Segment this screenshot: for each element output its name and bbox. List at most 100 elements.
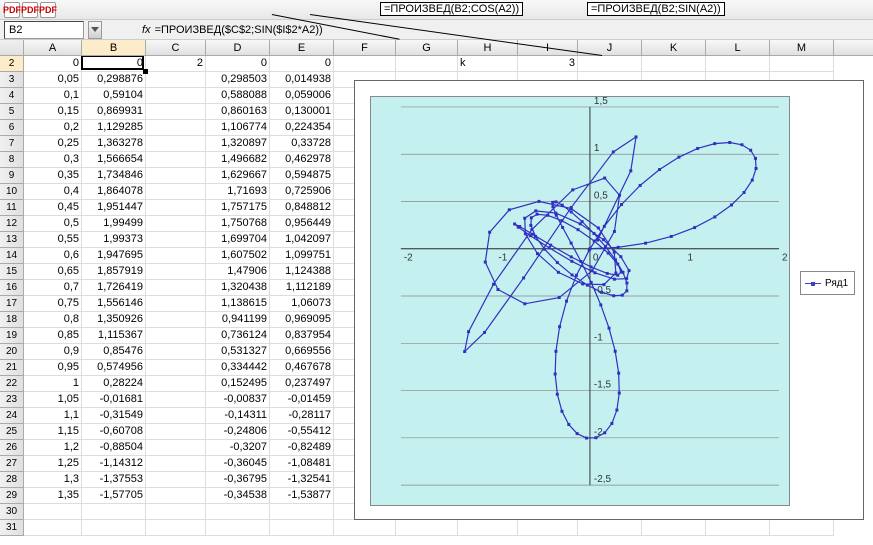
col-header-M[interactable]: M [770, 40, 834, 55]
cell[interactable]: 1,099751 [270, 248, 334, 264]
row-header[interactable]: 4 [0, 88, 24, 104]
cell[interactable]: 0,28224 [82, 376, 146, 392]
cell[interactable] [146, 136, 206, 152]
row-header[interactable]: 23 [0, 392, 24, 408]
cell[interactable] [146, 392, 206, 408]
chart-legend[interactable]: Ряд1 [800, 271, 855, 295]
row-header[interactable]: 13 [0, 232, 24, 248]
cell[interactable]: 0,152495 [206, 376, 270, 392]
cell[interactable]: 0,35 [24, 168, 82, 184]
cell[interactable]: 1,734846 [82, 168, 146, 184]
cell[interactable] [642, 56, 706, 72]
cell[interactable]: 0,736124 [206, 328, 270, 344]
cell[interactable]: 1,864078 [82, 184, 146, 200]
cell[interactable]: 0,837954 [270, 328, 334, 344]
cell[interactable]: 0,869931 [82, 104, 146, 120]
cell[interactable]: 0,467678 [270, 360, 334, 376]
cell[interactable]: 1,138615 [206, 296, 270, 312]
cell[interactable]: 0,588088 [206, 88, 270, 104]
cell[interactable] [24, 520, 82, 536]
row-header[interactable]: 11 [0, 200, 24, 216]
row-header[interactable]: 20 [0, 344, 24, 360]
cell[interactable] [146, 296, 206, 312]
cell[interactable]: 1,129285 [82, 120, 146, 136]
cell[interactable]: 0,8 [24, 312, 82, 328]
cell[interactable]: 1,115367 [82, 328, 146, 344]
cell[interactable]: 2 [146, 56, 206, 72]
col-header-E[interactable]: E [270, 40, 334, 55]
row-header[interactable]: 31 [0, 520, 24, 536]
cell[interactable]: -1,14312 [82, 456, 146, 472]
cell[interactable]: 1,106774 [206, 120, 270, 136]
cell[interactable] [270, 504, 334, 520]
cell[interactable]: 1,99373 [82, 232, 146, 248]
cell[interactable]: 0,5 [24, 216, 82, 232]
cell[interactable]: 1,15 [24, 424, 82, 440]
cell[interactable]: 1,757175 [206, 200, 270, 216]
cell[interactable]: 1,566654 [82, 152, 146, 168]
cell[interactable]: 0,6 [24, 248, 82, 264]
cell[interactable]: 1,06073 [270, 296, 334, 312]
cell[interactable] [270, 520, 334, 536]
pdf-export-icon[interactable]: PDF [22, 2, 38, 18]
cell[interactable]: 1,556146 [82, 296, 146, 312]
cell[interactable]: 1,99499 [82, 216, 146, 232]
cell[interactable] [146, 424, 206, 440]
cell[interactable]: 0 [206, 56, 270, 72]
cell[interactable]: -0,3207 [206, 440, 270, 456]
cell[interactable] [146, 488, 206, 504]
cell[interactable] [146, 104, 206, 120]
row-header[interactable]: 30 [0, 504, 24, 520]
cell[interactable]: -0,82489 [270, 440, 334, 456]
cell[interactable]: -1,57705 [82, 488, 146, 504]
cell[interactable]: 1,35 [24, 488, 82, 504]
cell[interactable] [334, 520, 396, 536]
row-header[interactable]: 29 [0, 488, 24, 504]
cell[interactable]: 3 [518, 56, 578, 72]
cell[interactable] [146, 440, 206, 456]
cell[interactable]: 0,014938 [270, 72, 334, 88]
cell[interactable]: 0,55 [24, 232, 82, 248]
row-header[interactable]: 28 [0, 472, 24, 488]
cell[interactable] [146, 328, 206, 344]
cell[interactable]: 0,224354 [270, 120, 334, 136]
cell[interactable]: 1,726419 [82, 280, 146, 296]
cell[interactable] [518, 520, 578, 536]
cell[interactable]: 0,7 [24, 280, 82, 296]
row-header[interactable]: 26 [0, 440, 24, 456]
col-header-K[interactable]: K [642, 40, 706, 55]
cell[interactable] [146, 280, 206, 296]
row-header[interactable]: 7 [0, 136, 24, 152]
cell[interactable] [146, 344, 206, 360]
fill-handle[interactable] [143, 69, 148, 74]
cell[interactable]: 0,05 [24, 72, 82, 88]
cell[interactable] [82, 504, 146, 520]
cell[interactable]: 1 [24, 376, 82, 392]
cell[interactable]: 0,594875 [270, 168, 334, 184]
cell[interactable]: 0,725906 [270, 184, 334, 200]
cell[interactable]: -0,01681 [82, 392, 146, 408]
cell[interactable] [146, 312, 206, 328]
cell[interactable]: 0,3 [24, 152, 82, 168]
cell[interactable] [146, 264, 206, 280]
cell[interactable]: 0,85476 [82, 344, 146, 360]
cell[interactable] [146, 200, 206, 216]
cell[interactable]: 0,95 [24, 360, 82, 376]
cell[interactable]: 0,85 [24, 328, 82, 344]
cell[interactable]: 0,25 [24, 136, 82, 152]
row-header[interactable]: 15 [0, 264, 24, 280]
formula-input[interactable] [155, 21, 873, 39]
cell[interactable]: -0,01459 [270, 392, 334, 408]
cell[interactable] [146, 456, 206, 472]
row-header[interactable]: 25 [0, 424, 24, 440]
cell[interactable]: 0,65 [24, 264, 82, 280]
row-header[interactable]: 2 [0, 56, 24, 72]
row-header[interactable]: 3 [0, 72, 24, 88]
cell[interactable]: 0,969095 [270, 312, 334, 328]
cell[interactable]: 0 [270, 56, 334, 72]
cell[interactable]: 0,1 [24, 88, 82, 104]
cell[interactable]: -0,36045 [206, 456, 270, 472]
cell[interactable]: 0,4 [24, 184, 82, 200]
cell[interactable] [24, 504, 82, 520]
row-header[interactable]: 9 [0, 168, 24, 184]
